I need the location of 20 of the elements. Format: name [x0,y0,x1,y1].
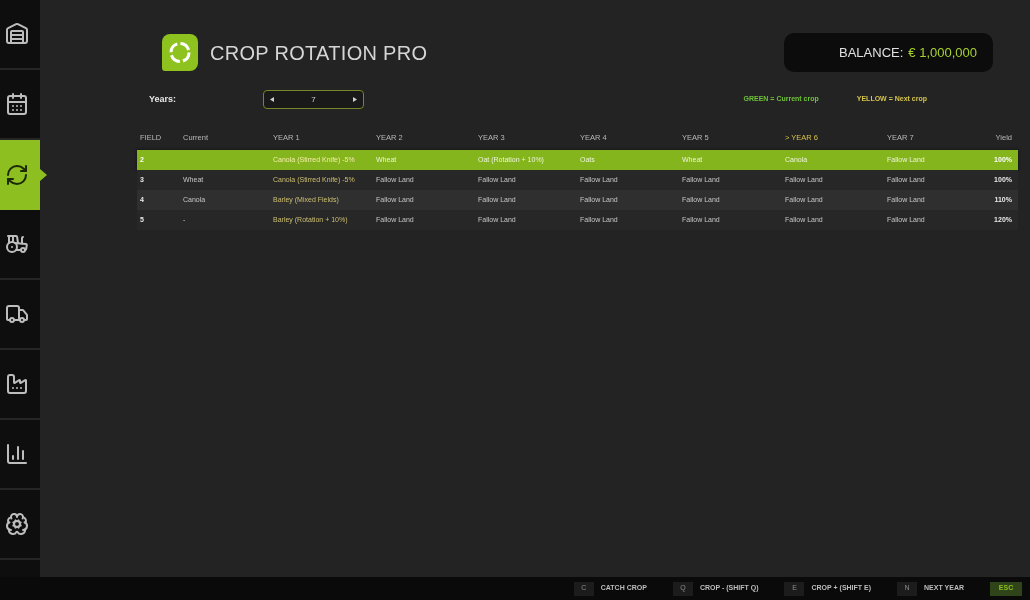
balance-value: € 1,000,000 [908,43,977,62]
year-value: 7 [311,93,316,106]
app-title: CROP ROTATION PRO [210,42,428,63]
next-year-button[interactable] [353,97,357,102]
brain-gear-icon [5,512,29,536]
nav-button[interactable] [0,140,47,210]
triangle-right-icon [353,97,357,102]
dashed-ring-logo-icon [162,34,198,71]
truck-icon [5,302,29,326]
tractor-icon [5,232,29,256]
circular-arrows-icon [5,163,29,187]
years-label: Years: [149,92,178,106]
previous-year-button[interactable] [270,97,274,102]
warehouse-icon [5,22,29,46]
year-stepper[interactable]: 7 [263,90,364,109]
triangle-left-icon [270,97,274,102]
calendar-icon [5,92,29,116]
factory-icon [5,372,29,396]
balance-label: BALANCE: [839,43,904,62]
bar-chart-icon [5,442,29,466]
